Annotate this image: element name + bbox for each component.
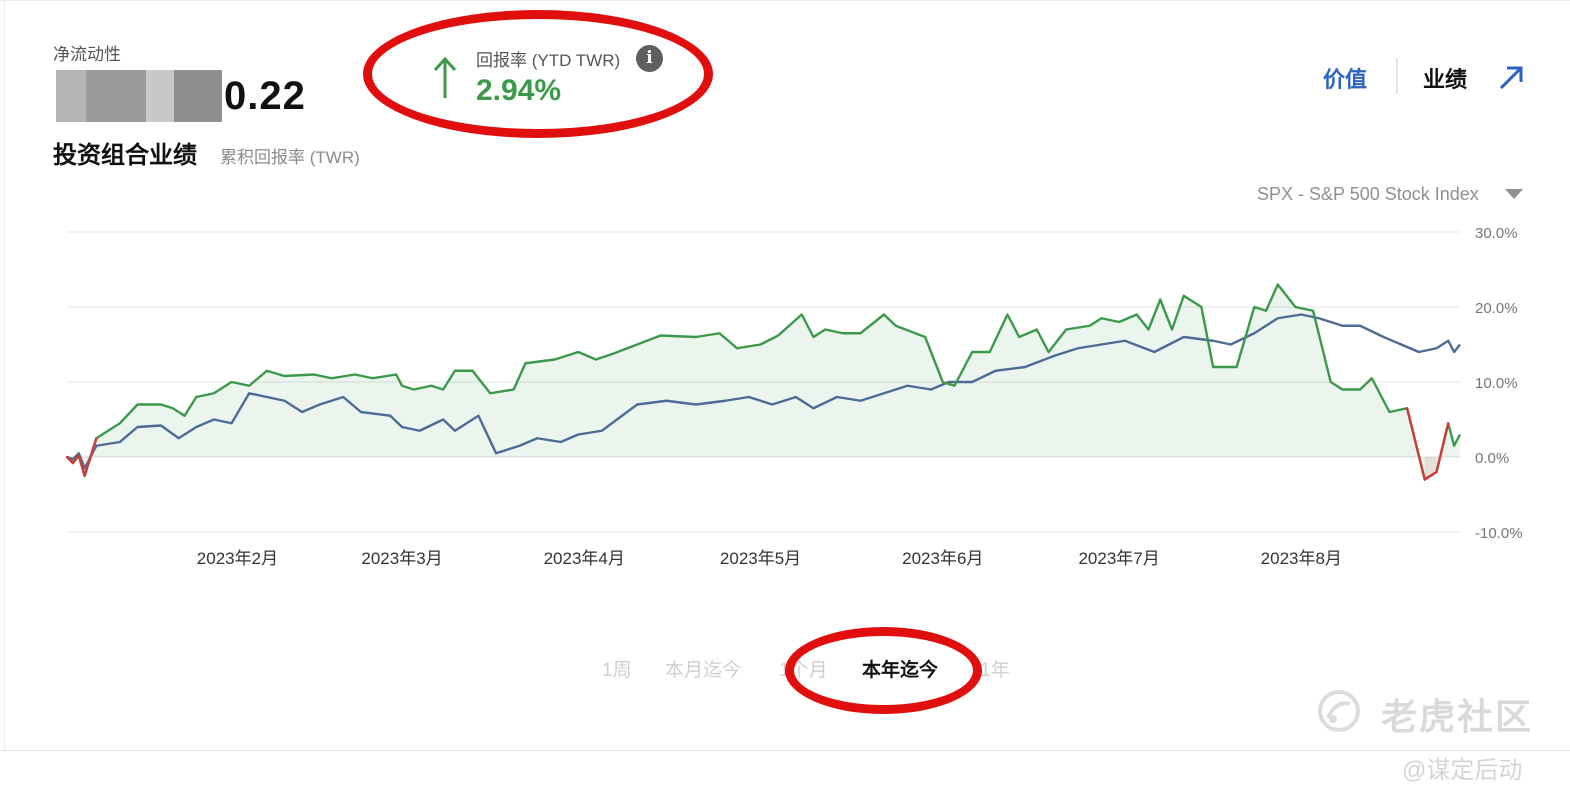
period-1-week[interactable]: 1周 bbox=[602, 655, 632, 682]
net-liquidity-label: 净流动性 bbox=[53, 45, 121, 64]
tab-divider bbox=[1396, 58, 1398, 94]
redacted-block bbox=[56, 70, 86, 122]
net-liquidity-value: 0.22 bbox=[56, 70, 326, 122]
annotation-oval bbox=[363, 10, 713, 138]
x-tick-label: 2023年4月 bbox=[544, 549, 625, 568]
y-tick-label: 10.0% bbox=[1475, 375, 1518, 392]
watermark-text: 老虎社区 bbox=[1381, 696, 1534, 737]
performance-chart: 30.0% 20.0% 10.0% 0.0% -10.0% 2023年2月 2023年3月 2… bbox=[65, 225, 1523, 568]
redacted-block bbox=[86, 70, 146, 122]
y-tick-label: 0.0% bbox=[1475, 450, 1509, 467]
page-title: 投资组合业绩 bbox=[53, 142, 197, 169]
x-tick-label: 2023年6月 bbox=[902, 549, 983, 568]
x-tick-label: 2023年2月 bbox=[197, 549, 278, 568]
watermark-subtext: @谋定后动 bbox=[1402, 757, 1523, 784]
x-tick-label: 2023年7月 bbox=[1078, 549, 1159, 568]
period-1-year[interactable]: 1年 bbox=[980, 655, 1010, 682]
y-tick-label: -10.0% bbox=[1475, 525, 1523, 542]
page-subtitle: 累积回报率 (TWR) bbox=[220, 148, 360, 167]
top-border bbox=[0, 0, 1570, 5]
y-tick-label: 20.0% bbox=[1475, 300, 1518, 317]
x-tick-label: 2023年8月 bbox=[1261, 549, 1342, 568]
benchmark-select[interactable]: SPX - S&P 500 Stock Index bbox=[1257, 184, 1479, 205]
chevron-down-icon[interactable] bbox=[1505, 189, 1523, 199]
expand-arrow-icon[interactable] bbox=[1497, 64, 1525, 92]
x-tick-label: 2023年3月 bbox=[361, 549, 442, 568]
redacted-block bbox=[174, 70, 222, 122]
annotation-oval bbox=[785, 627, 982, 714]
tiger-logo-icon bbox=[1318, 690, 1360, 732]
x-tick-label: 2023年5月 bbox=[720, 549, 801, 568]
tab-value[interactable]: 价值 bbox=[1323, 62, 1367, 94]
y-tick-label: 30.0% bbox=[1475, 225, 1518, 242]
bottom-border bbox=[0, 750, 1570, 751]
tab-performance[interactable]: 业绩 bbox=[1423, 62, 1467, 94]
redacted-block bbox=[146, 70, 174, 122]
period-mtd[interactable]: 本月迄今 bbox=[665, 655, 741, 682]
net-liquidity-visible-digits: 0.22 bbox=[224, 74, 306, 118]
